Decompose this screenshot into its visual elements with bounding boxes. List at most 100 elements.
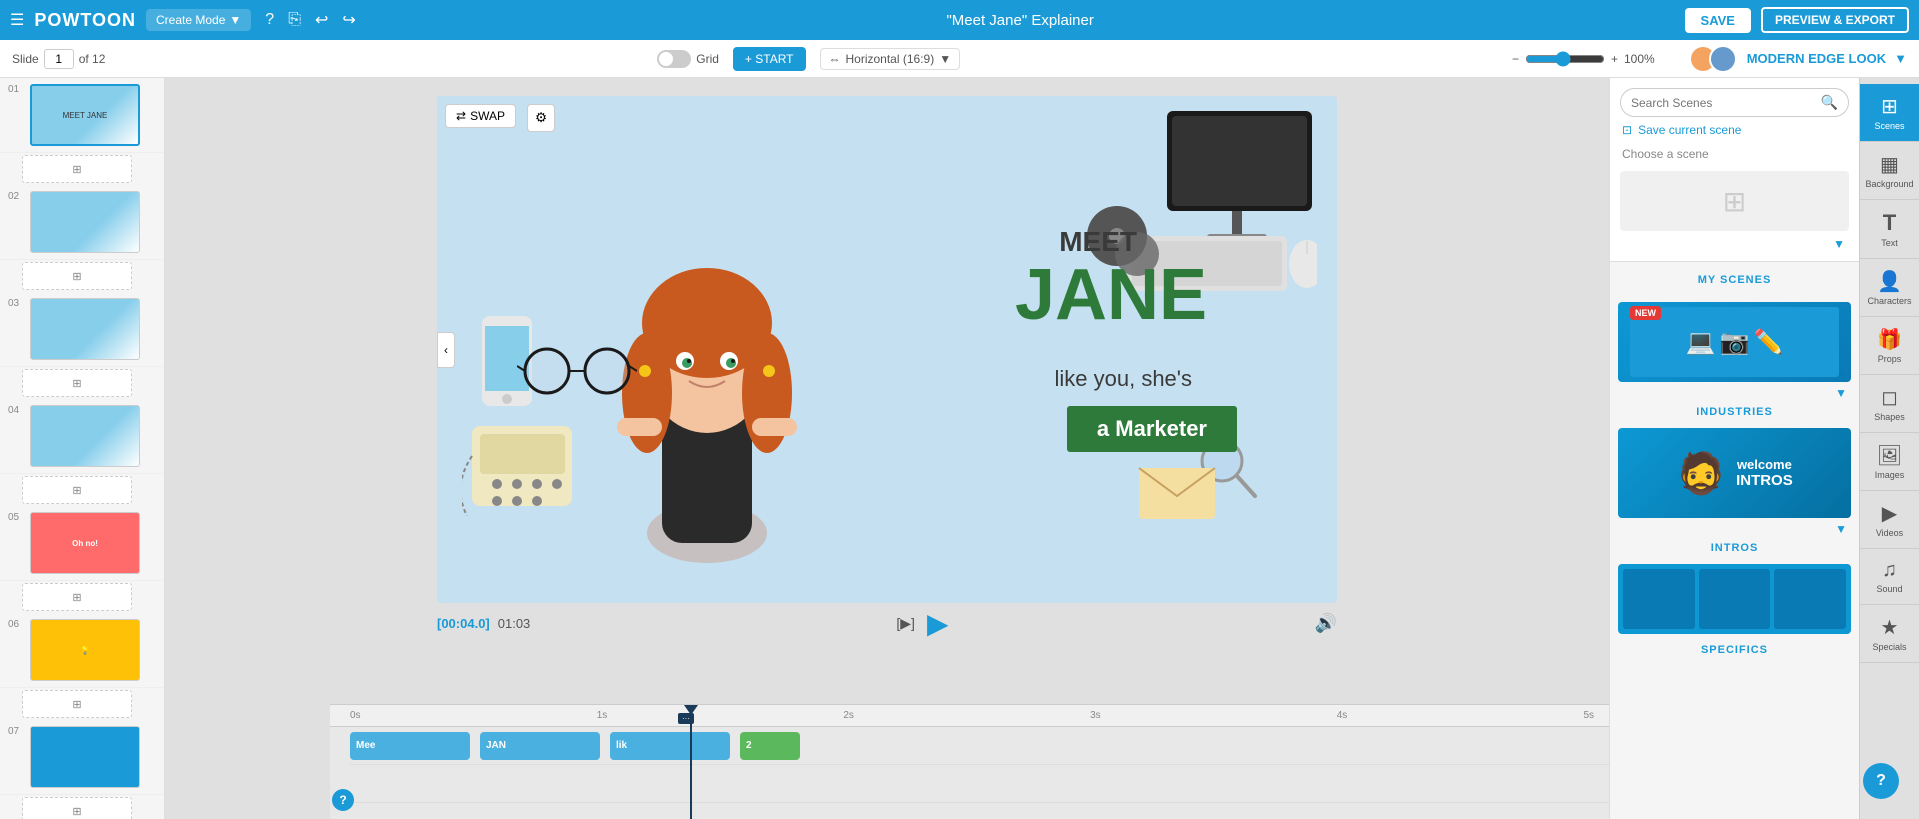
hamburger-icon[interactable]: ☰ <box>10 10 24 30</box>
industries-dropdown-arrow[interactable]: ▼ <box>1618 386 1851 400</box>
redo-icon[interactable]: ↪ <box>342 10 355 30</box>
ratio-label: Horizontal (16:9) <box>846 52 935 66</box>
timeline-clip-2[interactable]: 2 <box>740 732 800 760</box>
far-right-toolbar: ⊞ Scenes ▦ Background T Text 👤 Character… <box>1859 78 1919 819</box>
ruler-marks: 0s 1s 2s 3s 4s 5s <box>350 710 1594 721</box>
timeline-help-button[interactable]: ? <box>332 789 354 811</box>
save-button[interactable]: SAVE <box>1685 8 1751 33</box>
chevron-down-icon: ▼ <box>1894 51 1907 66</box>
slide-number: 06 <box>8 619 24 630</box>
theme-selector[interactable]: MODERN EDGE LOOK ▼ <box>1689 45 1907 73</box>
aspect-ratio-selector[interactable]: ⇔ Horizontal (16:9) ▼ <box>820 48 961 70</box>
slide-item-4[interactable]: 04 <box>0 399 164 474</box>
slide-thumbnail-6[interactable]: 💡 <box>30 619 140 681</box>
my-scenes-label: MY SCENES <box>1620 268 1849 292</box>
specifics-thumb-1 <box>1623 569 1695 629</box>
create-mode-button[interactable]: Create Mode ▼ <box>146 9 251 31</box>
sidebar-item-shapes[interactable]: ◻ Shapes <box>1860 375 1919 433</box>
zoom-out-icon[interactable]: − <box>1512 52 1519 66</box>
sidebar-item-props[interactable]: 🎁 Props <box>1860 317 1919 375</box>
text-jane: JANE <box>1015 254 1207 336</box>
add-slide-after-3[interactable]: ⊞ <box>22 369 132 397</box>
global-help-button[interactable]: ? <box>1863 763 1899 799</box>
save-current-scene-button[interactable]: ⊡ Save current scene <box>1620 117 1743 143</box>
add-slide-after-5[interactable]: ⊞ <box>22 583 132 611</box>
slide-item-3[interactable]: 03 <box>0 292 164 367</box>
sidebar-item-background[interactable]: ▦ Background <box>1860 142 1919 200</box>
slide-label: Slide <box>12 52 39 66</box>
sidebar-item-sound[interactable]: ♫ Sound <box>1860 549 1919 605</box>
zoom-in-icon[interactable]: + <box>1611 52 1618 66</box>
collapse-left-panel-button[interactable]: ‹ <box>437 332 455 368</box>
timeline-clip-meet[interactable]: Mee <box>350 732 470 760</box>
slide-thumbnail-4[interactable] <box>30 405 140 467</box>
volume-icon[interactable]: 🔊 <box>1315 613 1337 634</box>
telephone-prop <box>462 406 592 516</box>
add-slide-after-4[interactable]: ⊞ <box>22 476 132 504</box>
timeline-clip-lik[interactable]: lik <box>610 732 730 760</box>
timeline-clip-jan[interactable]: JAN <box>480 732 600 760</box>
slide-thumbnail-7[interactable] <box>30 726 140 788</box>
gear-icon: ⚙ <box>535 110 547 126</box>
grid-placeholder-icon: ⊞ <box>1723 185 1746 218</box>
sidebar-item-text[interactable]: T Text <box>1860 200 1919 259</box>
slide-thumbnail-1[interactable]: MEET JANE <box>30 84 140 146</box>
my-scenes-section: MY SCENES <box>1610 262 1859 298</box>
start-button[interactable]: + START <box>733 47 806 71</box>
ruler-mark-2: 2s <box>843 710 854 721</box>
slide-number-input[interactable] <box>44 49 74 69</box>
slide-number: 01 <box>8 84 24 95</box>
add-slide-button[interactable]: ⊞ <box>22 797 132 819</box>
specifics-thumb-2 <box>1699 569 1771 629</box>
current-time: [00:04.0] <box>437 616 490 631</box>
specifics-thumb-3 <box>1774 569 1846 629</box>
slide-number: 07 <box>8 726 24 737</box>
slide-thumbnail-3[interactable] <box>30 298 140 360</box>
industries-card-image: NEW 💻📷✏️ <box>1624 308 1845 376</box>
swap-button[interactable]: ⇄ SWAP <box>445 104 516 128</box>
sidebar-item-characters[interactable]: 👤 Characters <box>1860 259 1919 317</box>
sidebar-item-videos[interactable]: ▶ Videos <box>1860 491 1919 549</box>
slide-item-2[interactable]: 02 <box>0 185 164 260</box>
new-badge: NEW <box>1630 306 1661 320</box>
sidebar-item-specials[interactable]: ★ Specials <box>1860 605 1919 663</box>
scenes-icon: ⊞ <box>1881 94 1898 119</box>
copy-icon[interactable]: ⎘ <box>288 11 301 29</box>
slide-item-5[interactable]: 05 Oh no! <box>0 506 164 581</box>
ratio-icon: ⇔ <box>829 52 841 66</box>
grid-label: Grid <box>696 52 719 66</box>
industries-scene-card[interactable]: NEW 💻📷✏️ <box>1618 302 1851 382</box>
search-scenes-input[interactable] <box>1631 96 1815 110</box>
slide-number: 05 <box>8 512 24 523</box>
preview-export-button[interactable]: PREVIEW & EXPORT <box>1761 7 1909 33</box>
settings-button[interactable]: ⚙ <box>527 104 555 132</box>
sidebar-item-images[interactable]: 🖼 Images <box>1860 433 1919 491</box>
undo-icon[interactable]: ↩ <box>315 10 328 30</box>
props-label: Props <box>1878 354 1902 364</box>
modern-edge-button[interactable]: MODERN EDGE LOOK ▼ <box>1747 51 1907 66</box>
canvas-frame[interactable]: ⇄ SWAP ⚙ <box>437 96 1337 603</box>
add-slide-after-2[interactable]: ⊞ <box>22 262 132 290</box>
text-marketer: a Marketer <box>1067 406 1237 452</box>
text-label: Text <box>1881 238 1898 248</box>
slide-item-1[interactable]: 01 MEET JANE <box>0 78 164 153</box>
presentation-title: "Meet Jane" Explainer <box>366 12 1675 29</box>
intros-dropdown-arrow[interactable]: ▼ <box>1618 522 1851 536</box>
slide-item-7[interactable]: 07 <box>0 720 164 795</box>
add-slide-after-6[interactable]: ⊞ <box>22 690 132 718</box>
add-slide-after-1[interactable]: ⊞ <box>22 155 132 183</box>
slide-thumbnail-2[interactable] <box>30 191 140 253</box>
slide-thumbnail-5[interactable]: Oh no! <box>30 512 140 574</box>
help-icon[interactable]: ? <box>265 11 274 29</box>
specifics-scene-card[interactable] <box>1618 564 1851 634</box>
slide-item-6[interactable]: 06 💡 <box>0 613 164 688</box>
scene-dropdown-arrow[interactable]: ▼ <box>1620 237 1849 251</box>
right-scenes-panel: 🔍 ⊡ Save current scene Choose a scene ⊞ … <box>1609 78 1859 819</box>
intros-scene-card[interactable]: 🧔 welcome INTROS <box>1618 428 1851 518</box>
play-button[interactable]: ▶ <box>927 607 949 640</box>
sidebar-item-scenes[interactable]: ⊞ Scenes <box>1860 84 1919 142</box>
zoom-slider[interactable] <box>1525 51 1605 67</box>
grid-toggle[interactable] <box>657 50 691 68</box>
images-label: Images <box>1875 470 1905 480</box>
search-icon[interactable]: 🔍 <box>1821 94 1838 111</box>
